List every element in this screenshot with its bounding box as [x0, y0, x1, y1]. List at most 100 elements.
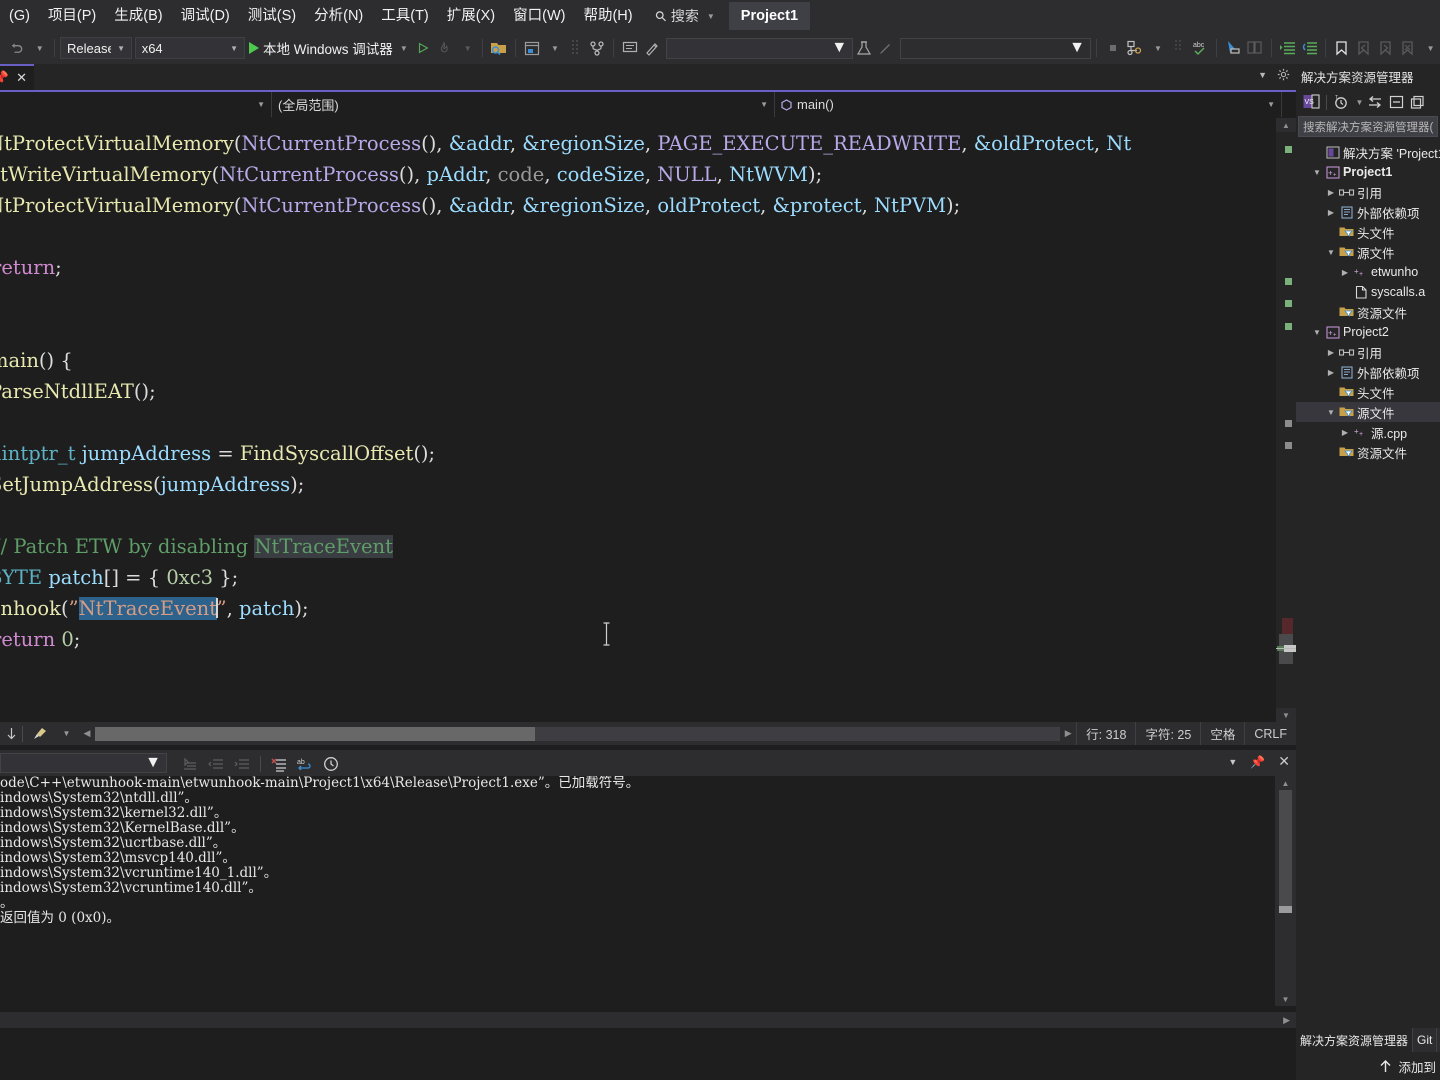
hscrollbar-thumb[interactable] — [95, 726, 535, 741]
test-explorer-icon[interactable] — [853, 36, 875, 60]
tree-item-syscalls-asm[interactable]: syscalls.a — [1296, 282, 1440, 302]
menu-item-tools[interactable]: 工具(T) — [372, 5, 438, 28]
output-vertical-scrollbar[interactable]: ▲ ▼ — [1275, 776, 1296, 1006]
menu-item-0[interactable]: (G) — [0, 5, 39, 28]
tab-solution-explorer[interactable]: 解决方案资源管理器 — [1296, 1028, 1414, 1052]
menu-item-help[interactable]: 帮助(H) — [574, 5, 641, 28]
expand-twisty-closed[interactable]: ▶ — [1324, 188, 1338, 197]
chevron-down-icon[interactable]: ▼ — [400, 44, 408, 53]
tree-item-source-files-p2[interactable]: ▼ 源文件 — [1296, 402, 1440, 422]
hscroll-right-icon[interactable]: ▶ — [1283, 1015, 1290, 1026]
tree-item-header-files-p1[interactable]: 头文件 — [1296, 222, 1440, 242]
breadcrumb-project-combo[interactable]: ▼ — [0, 92, 272, 117]
toggle-word-wrap-icon[interactable]: ab — [293, 752, 317, 776]
tree-item-resource-files-p1[interactable]: 资源文件 — [1296, 302, 1440, 322]
output-overflow-icon[interactable]: ▼ — [1228, 757, 1237, 767]
expand-twisty-closed[interactable]: ▶ — [1324, 368, 1338, 377]
close-icon[interactable]: ✕ — [1278, 753, 1290, 770]
scroll-down-icon[interactable]: ▼ — [1276, 708, 1296, 722]
pending-changes-filter-icon[interactable]: T — [1331, 91, 1351, 113]
undo-icon[interactable] — [5, 36, 27, 60]
expand-twisty-closed[interactable]: ▶ — [1338, 428, 1352, 437]
show-all-files-icon[interactable] — [1407, 91, 1427, 113]
tree-item-header-files-p2[interactable]: 头文件 — [1296, 382, 1440, 402]
tree-item-project1[interactable]: ▼ + + Project1 — [1296, 162, 1440, 182]
output-text[interactable]: ode\C++\etwunhook-main\etwunhook-main\Pr… — [0, 776, 1275, 1006]
solution-configuration-combo[interactable]: Release ▼ — [59, 37, 132, 59]
code-editor[interactable]: NtProtectVirtualMemory(NtCurrentProcess(… — [0, 118, 1276, 722]
menu-item-extensions[interactable]: 扩展(X) — [438, 5, 504, 28]
branch-merge-icon[interactable] — [586, 36, 608, 60]
menu-item-build[interactable]: 生成(B) — [105, 5, 171, 28]
tab-overflow-icon[interactable]: ▼ — [1258, 70, 1267, 80]
increase-indent-icon[interactable] — [1276, 36, 1298, 60]
pin-icon[interactable]: 📌 — [0, 70, 9, 86]
menu-item-test[interactable]: 测试(S) — [239, 5, 305, 28]
scroll-up-icon[interactable]: ▲ — [1276, 118, 1296, 132]
pin-icon[interactable]: 📌 — [1250, 755, 1265, 769]
hscroll-left-icon[interactable]: ◀ — [79, 728, 95, 739]
menu-item-analyze[interactable]: 分析(N) — [305, 5, 372, 28]
editor-settings-gear-icon[interactable] — [1277, 68, 1290, 81]
global-search-button[interactable]: ⚲ 搜索 ▼ — [651, 6, 715, 26]
scroll-down-arrow-icon[interactable] — [0, 727, 22, 741]
solution-properties-icon[interactable] — [1124, 36, 1146, 60]
expand-twisty-closed[interactable]: ▶ — [1324, 208, 1338, 217]
tree-item-source-files-p1[interactable]: ▼ 源文件 — [1296, 242, 1440, 262]
quick-action-icon[interactable] — [641, 36, 663, 60]
tree-item-solution[interactable]: 解决方案 'Project1' — [1296, 142, 1440, 162]
output-horizontal-scrollbar[interactable]: ▶ — [0, 1012, 1296, 1028]
scroll-down-icon[interactable]: ▼ — [1275, 992, 1296, 1006]
solution-properties-dropdown-icon[interactable]: ▼ — [1146, 36, 1168, 60]
tree-item-external-deps-p1[interactable]: ▶ 外部依赖项 — [1296, 202, 1440, 222]
tree-item-references-p1[interactable]: ▶ 引用 — [1296, 182, 1440, 202]
expand-twisty-open[interactable]: ▼ — [1324, 408, 1338, 417]
clean-code-icon[interactable] — [23, 726, 57, 741]
select-tool-icon[interactable] — [1222, 36, 1244, 60]
show-timestamps-icon[interactable] — [319, 752, 343, 776]
window-layout-dropdown-icon[interactable]: ▼ — [543, 36, 565, 60]
expand-twisty-open[interactable]: ▼ — [1310, 168, 1324, 177]
open-file-icon[interactable] — [488, 36, 510, 60]
find-combo[interactable]: ▼ — [666, 37, 854, 59]
expand-twisty-closed[interactable]: ▶ — [1338, 268, 1352, 277]
clean-code-dropdown-icon[interactable]: ▼ — [57, 729, 73, 738]
expand-twisty-closed[interactable]: ▶ — [1324, 348, 1338, 357]
comment-icon[interactable] — [619, 36, 641, 60]
collapse-all-icon[interactable] — [1386, 91, 1406, 113]
editor-tab-active[interactable]: 📌 ✕ — [0, 64, 34, 90]
tree-item-project2[interactable]: ▼ + + Project2 — [1296, 322, 1440, 342]
close-icon[interactable]: ✕ — [16, 70, 27, 86]
add-to-source-control-icon[interactable] — [1379, 1059, 1392, 1073]
tree-item-resource-files-p2[interactable]: 资源文件 — [1296, 442, 1440, 462]
scrollbar-thumb[interactable] — [1279, 790, 1292, 906]
window-layout-icon[interactable] — [521, 36, 543, 60]
tree-item-source-cpp[interactable]: ▶ + + 源.cpp — [1296, 422, 1440, 442]
start-without-debugging-icon[interactable] — [412, 36, 434, 60]
menu-item-project[interactable]: 项目(P) — [39, 5, 105, 28]
start-debug-button[interactable]: 本地 Windows 调试器 ▼ — [245, 38, 412, 58]
filter-dropdown-icon[interactable]: ▼ — [1352, 91, 1364, 113]
hscroll-right-icon[interactable]: ▶ — [1060, 728, 1076, 739]
toolbar-overflow-icon[interactable]: ▼ — [1418, 36, 1440, 60]
editor-vertical-scrollbar[interactable]: ▲ ▼ — [1276, 118, 1298, 722]
editor-horizontal-scrollbar[interactable] — [95, 726, 1061, 741]
scroll-up-icon[interactable]: ▲ — [1275, 776, 1296, 790]
decrease-indent-icon[interactable] — [1298, 36, 1320, 60]
add-to-source-control-label[interactable]: 添加到 — [1398, 1057, 1436, 1076]
expand-twisty-open[interactable]: ▼ — [1324, 248, 1338, 257]
sync-with-active-document-icon[interactable] — [1365, 91, 1385, 113]
breadcrumb-scope-combo[interactable]: (全局范围) ▼ — [272, 92, 775, 117]
document-chip-project1[interactable]: Project1 — [728, 2, 811, 30]
tree-item-etwunhook-cpp[interactable]: ▶ + + etwunho — [1296, 262, 1440, 282]
spell-check-icon[interactable]: abc — [1189, 36, 1211, 60]
second-find-combo[interactable]: ▼ — [900, 37, 1091, 59]
status-indentation[interactable]: 空格 — [1200, 722, 1244, 745]
menu-item-debug[interactable]: 调试(D) — [172, 5, 239, 28]
solution-platform-combo[interactable]: x64 ▼ — [134, 37, 246, 59]
tree-item-references-p2[interactable]: ▶ 引用 — [1296, 342, 1440, 362]
menu-item-window[interactable]: 窗口(W) — [504, 5, 574, 28]
undo-dropdown-icon[interactable]: ▼ — [27, 36, 49, 60]
clear-all-icon[interactable] — [267, 752, 291, 776]
breadcrumb-member-combo[interactable]: main() ▼ — [775, 92, 1282, 117]
